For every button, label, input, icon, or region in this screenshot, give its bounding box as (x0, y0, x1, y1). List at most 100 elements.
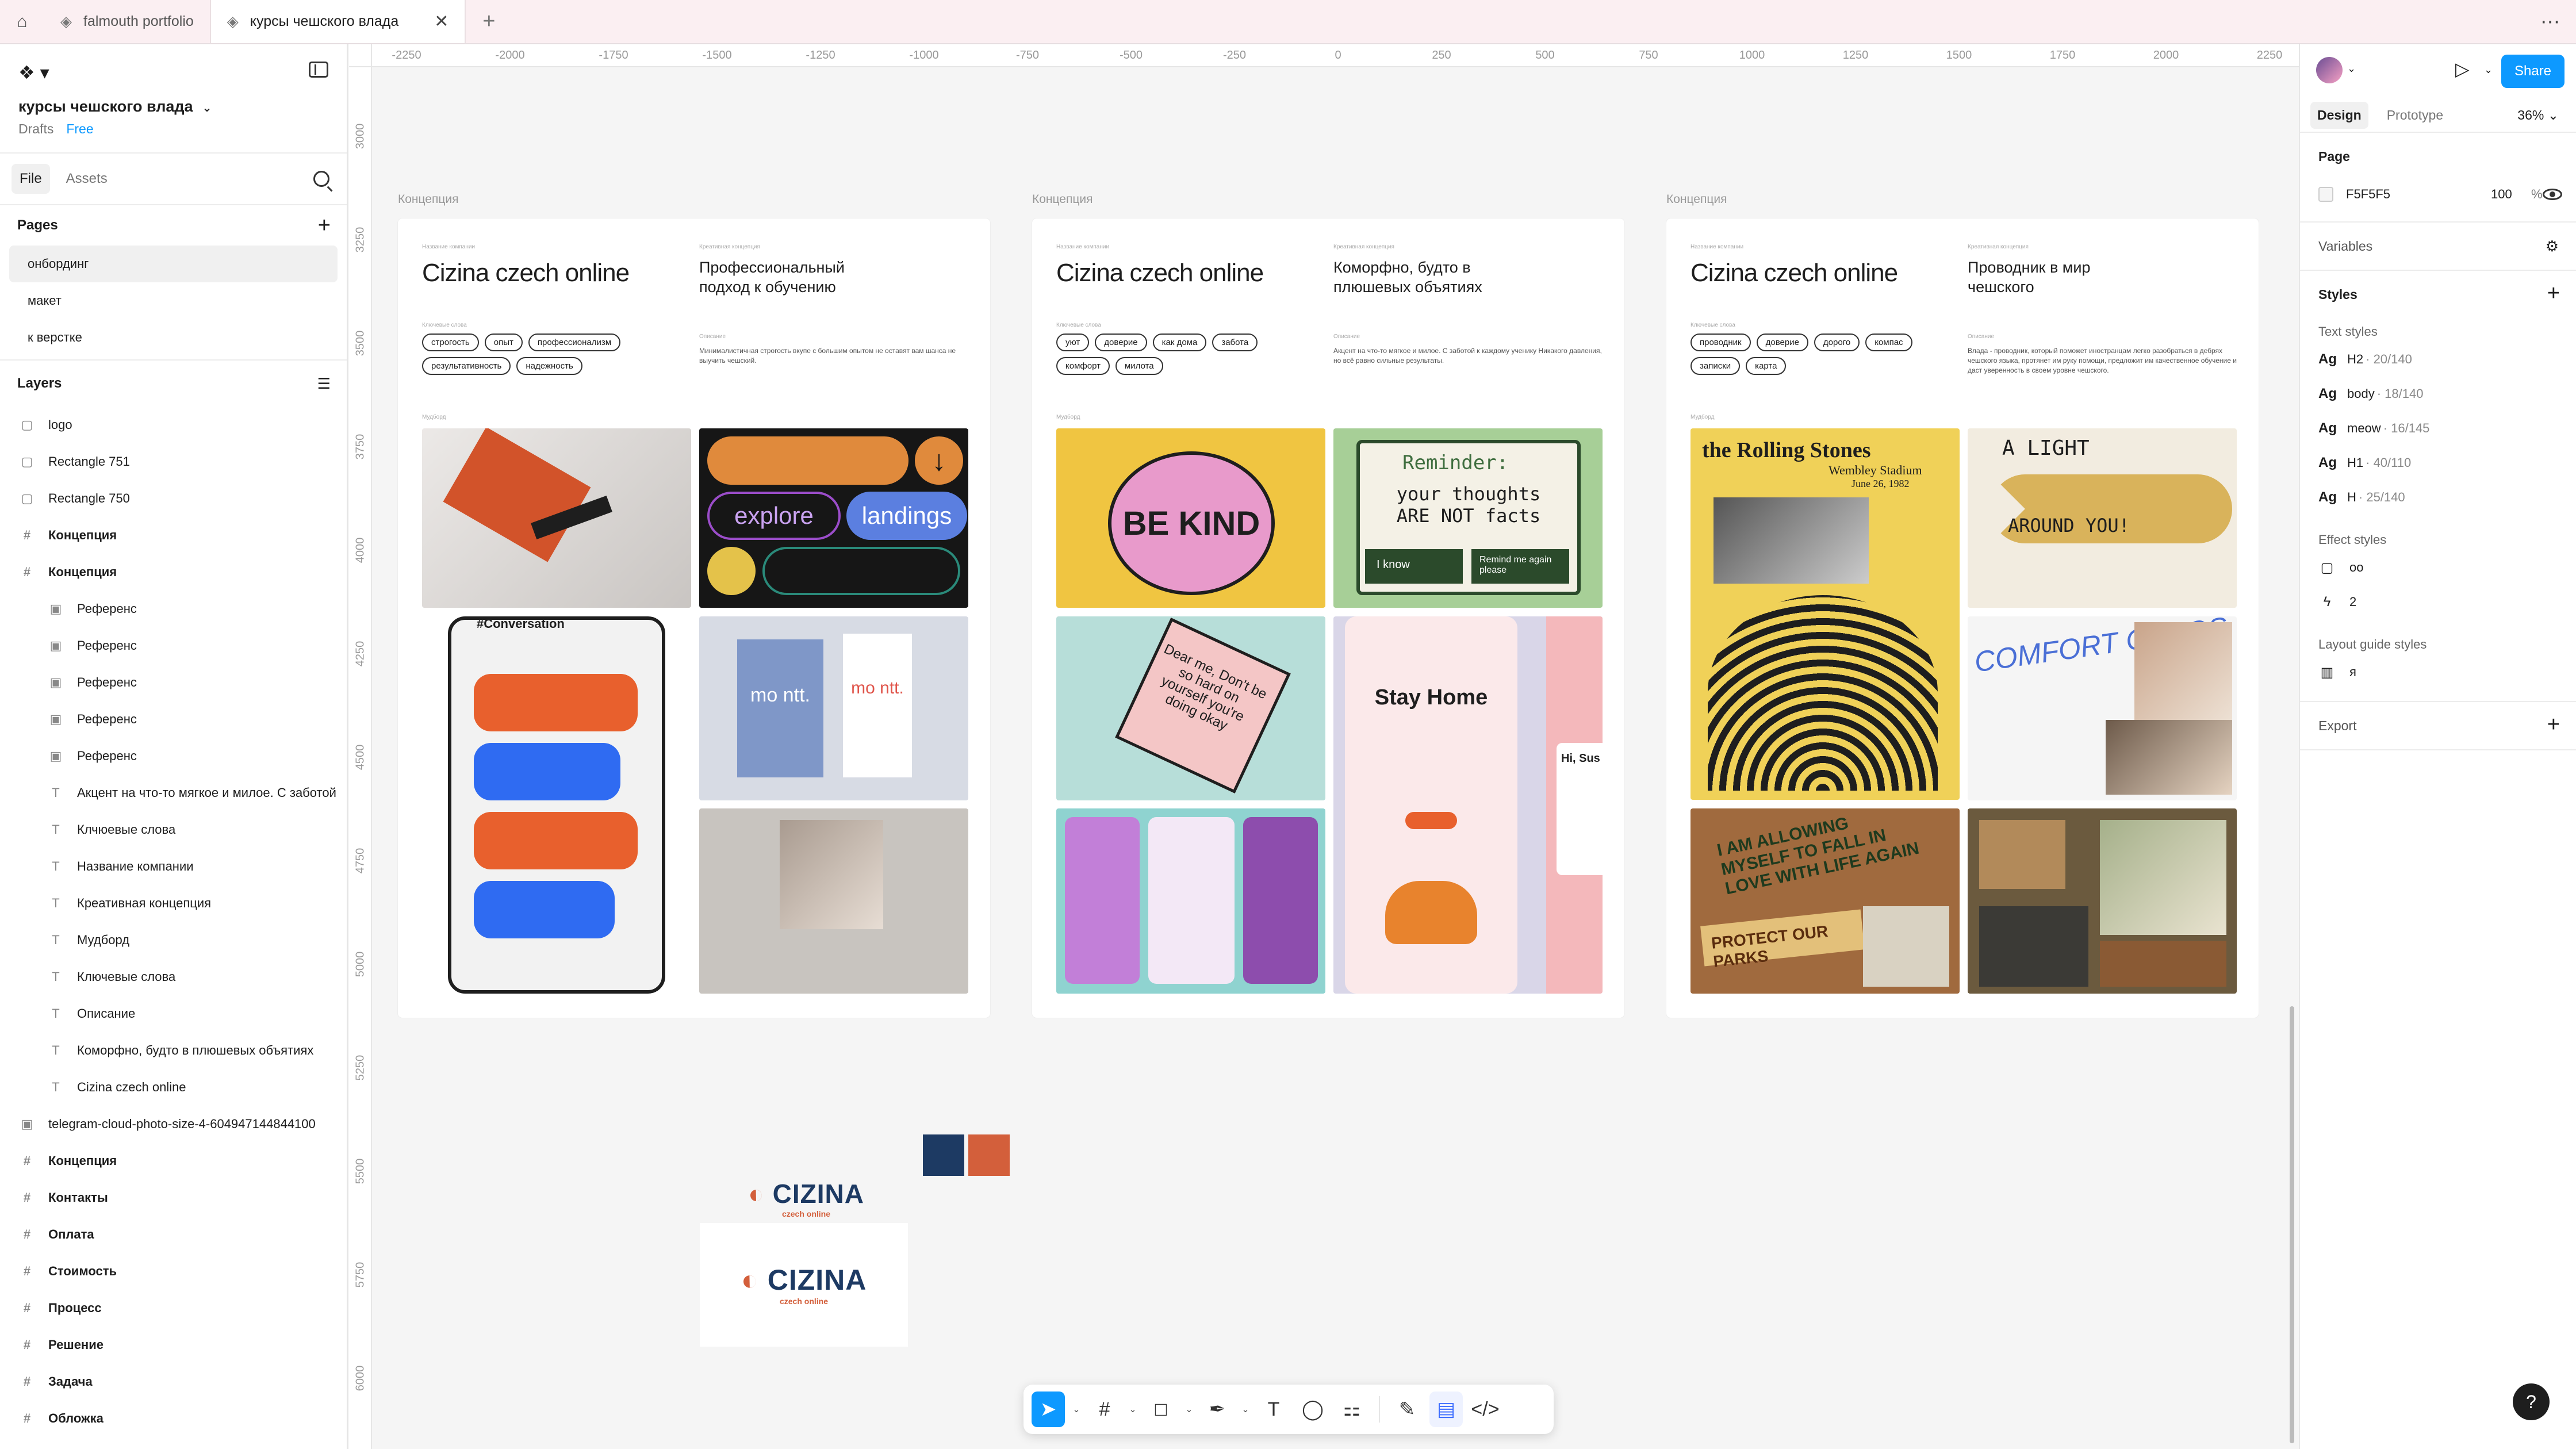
layer-item[interactable]: # Обложка (0, 1400, 347, 1437)
color-swatch-navy[interactable] (923, 1134, 964, 1176)
layer-item[interactable]: ▣ Референс (0, 738, 347, 775)
chevron-down-icon[interactable]: ⌄ (1127, 1404, 1138, 1415)
effect-style[interactable]: ▢ oo (2318, 550, 2558, 585)
rectangle-tool-icon[interactable]: □ (1144, 1392, 1178, 1427)
close-icon[interactable]: ✕ (434, 12, 448, 32)
zoom-level[interactable]: 36% ⌄ (2517, 108, 2559, 123)
layer-item[interactable]: # Стоимость (0, 1253, 347, 1290)
text-style[interactable]: Ag H · 25/140 (2318, 480, 2558, 515)
text-style[interactable]: Ag meow · 16/145 (2318, 411, 2558, 446)
frame-label[interactable]: Концепция (1666, 193, 1727, 206)
canvas-scrollbar[interactable] (2290, 1006, 2294, 1443)
chevron-down-icon[interactable]: ⌄ (1183, 1404, 1195, 1415)
text-style[interactable]: Ag body · 18/140 (2318, 377, 2558, 411)
main-menu-icon[interactable]: ❖ ▾ (18, 62, 49, 83)
variables-section[interactable]: Variables ⚙ (2300, 223, 2576, 271)
tab-assets[interactable]: Assets (58, 164, 116, 194)
more-icon[interactable]: ⋯ (2524, 0, 2576, 43)
ruler-tick-label: 2250 (2256, 49, 2283, 62)
chevron-down-icon[interactable]: ⌄ (1071, 1404, 1082, 1415)
page-item[interactable]: онбординг (9, 246, 338, 282)
layer-item[interactable]: # Оплата (0, 1216, 347, 1253)
layout-guide-style[interactable]: ▥ я (2318, 655, 2558, 689)
design-mode-icon[interactable]: ▤ (1429, 1392, 1463, 1427)
help-button[interactable]: ? (2513, 1383, 2550, 1420)
chevron-down-icon[interactable]: ⌄ (2347, 63, 2356, 75)
search-icon[interactable] (313, 171, 329, 187)
home-icon[interactable]: ⌂ (0, 0, 44, 43)
text-tool-icon[interactable]: T (1257, 1392, 1290, 1427)
layers-options-icon[interactable]: ☰ (317, 375, 331, 393)
layer-item[interactable]: # Задача (0, 1363, 347, 1400)
canvas[interactable]: -2250 -2000 -1750 -1500 -1250 -1000 -750 -500 -2… (349, 44, 2299, 1449)
layer-item[interactable]: # Концепция (0, 1143, 347, 1179)
tab-prototype[interactable]: Prototype (2380, 102, 2450, 129)
pen-tool-icon[interactable]: ✒ (1201, 1392, 1234, 1427)
dev-mode-icon[interactable]: </> (1469, 1392, 1502, 1427)
present-icon[interactable]: ▷ (2455, 58, 2470, 80)
add-page-button[interactable]: + (318, 213, 331, 238)
fill-opacity[interactable]: 100 (2491, 187, 2512, 202)
layer-item[interactable]: T Cizina czech online (0, 1069, 347, 1106)
layer-item[interactable]: ▢ Rectangle 751 (0, 443, 347, 480)
layer-item[interactable]: # Концепция (0, 554, 347, 591)
new-tab-button[interactable]: + (466, 0, 512, 43)
frame-label[interactable]: Концепция (1032, 193, 1092, 206)
layer-item[interactable]: # Решение (0, 1327, 347, 1363)
layer-item[interactable]: T Ключевые слова (0, 959, 347, 995)
frame-tool-icon[interactable]: # (1088, 1392, 1121, 1427)
file-title[interactable]: курсы чешского влада ⌄ (18, 98, 212, 116)
layer-item[interactable]: T Коморфно, будто в плюшевых объятиях (0, 1032, 347, 1069)
page-item[interactable]: к верстке (9, 319, 338, 356)
add-export-button[interactable]: + (2547, 712, 2560, 737)
text-style[interactable]: Ag H1 · 40/110 (2318, 446, 2558, 480)
layer-item[interactable]: ▣ Референс (0, 664, 347, 701)
comment-tool-icon[interactable]: ◯ (1296, 1392, 1329, 1427)
page-item[interactable]: макет (9, 282, 338, 319)
layer-item[interactable]: ▢ logo (0, 407, 347, 443)
effect-style[interactable]: ϟ2 (2318, 585, 2558, 619)
color-swatch-orange[interactable] (968, 1134, 1010, 1176)
draw-mode-icon[interactable]: ✎ (1390, 1392, 1424, 1427)
concept-frame-3[interactable]: Название компании Cizina czech online Кр… (1666, 218, 2259, 1018)
fill-swatch[interactable] (2318, 187, 2333, 202)
layer-item[interactable]: # Контакты (0, 1179, 347, 1216)
layer-item[interactable]: # Процесс (0, 1290, 347, 1327)
layer-item[interactable]: ▣ Референс (0, 591, 347, 627)
layer-item[interactable]: ▣ Референс (0, 627, 347, 664)
frame-label[interactable]: Концепция (398, 193, 458, 206)
tab-czech-courses[interactable]: ◈ курсы чешского влада ✕ (210, 0, 466, 43)
layer-item[interactable]: # Концепция (0, 517, 347, 554)
move-tool-icon[interactable]: ➤ (1032, 1392, 1065, 1427)
layer-item[interactable]: T Мудборд (0, 922, 347, 959)
tab-design[interactable]: Design (2310, 101, 2368, 129)
layer-item[interactable]: ▣ Референс (0, 701, 347, 738)
avatar[interactable] (2316, 57, 2343, 83)
logo-small[interactable]: ◐ CIZINA czech online (746, 1178, 867, 1218)
concept-frame-1[interactable]: Название компании Cizina czech online Кр… (398, 218, 990, 1018)
chevron-down-icon[interactable]: ⌄ (2484, 64, 2493, 76)
chevron-down-icon[interactable]: ⌄ (1240, 1404, 1251, 1415)
plan-badge[interactable]: Free (66, 121, 93, 136)
eye-icon[interactable] (2543, 189, 2562, 200)
fill-value[interactable]: F5F5F5 (2346, 187, 2390, 202)
tab-file[interactable]: File (12, 164, 50, 194)
layer-item[interactable]: T Название компании (0, 848, 347, 885)
page-fill[interactable]: F5F5F5 100 % (2318, 179, 2562, 210)
layer-item[interactable]: T Креативная концепция (0, 885, 347, 922)
actions-icon[interactable]: ⚏ (1335, 1392, 1368, 1427)
layer-item[interactable]: T Клчюевые слова (0, 811, 347, 848)
layer-item[interactable]: T Описание (0, 995, 347, 1032)
logo-card[interactable]: ◐ CIZINA czech online (700, 1223, 908, 1347)
tab-falmouth-portfolio[interactable]: ◈ falmouth portfolio (44, 0, 211, 43)
share-button[interactable]: Share (2501, 55, 2564, 88)
variables-icon[interactable]: ⚙ (2546, 237, 2559, 255)
layer-item[interactable]: T Акцент на что-то мягкое и милое. С забо… (0, 775, 347, 811)
add-style-button[interactable]: + (2547, 281, 2560, 306)
text-style[interactable]: Ag H2 · 20/140 (2318, 342, 2558, 377)
export-section[interactable]: Export + (2300, 702, 2576, 750)
panel-toggle-icon[interactable] (309, 62, 328, 78)
layer-item[interactable]: ▣ telegram-cloud-photo-size-4-60494714484… (0, 1106, 347, 1143)
layer-item[interactable]: ▢ Rectangle 750 (0, 480, 347, 517)
concept-frame-2[interactable]: Название компании Cizina czech online Кр… (1032, 218, 1624, 1018)
